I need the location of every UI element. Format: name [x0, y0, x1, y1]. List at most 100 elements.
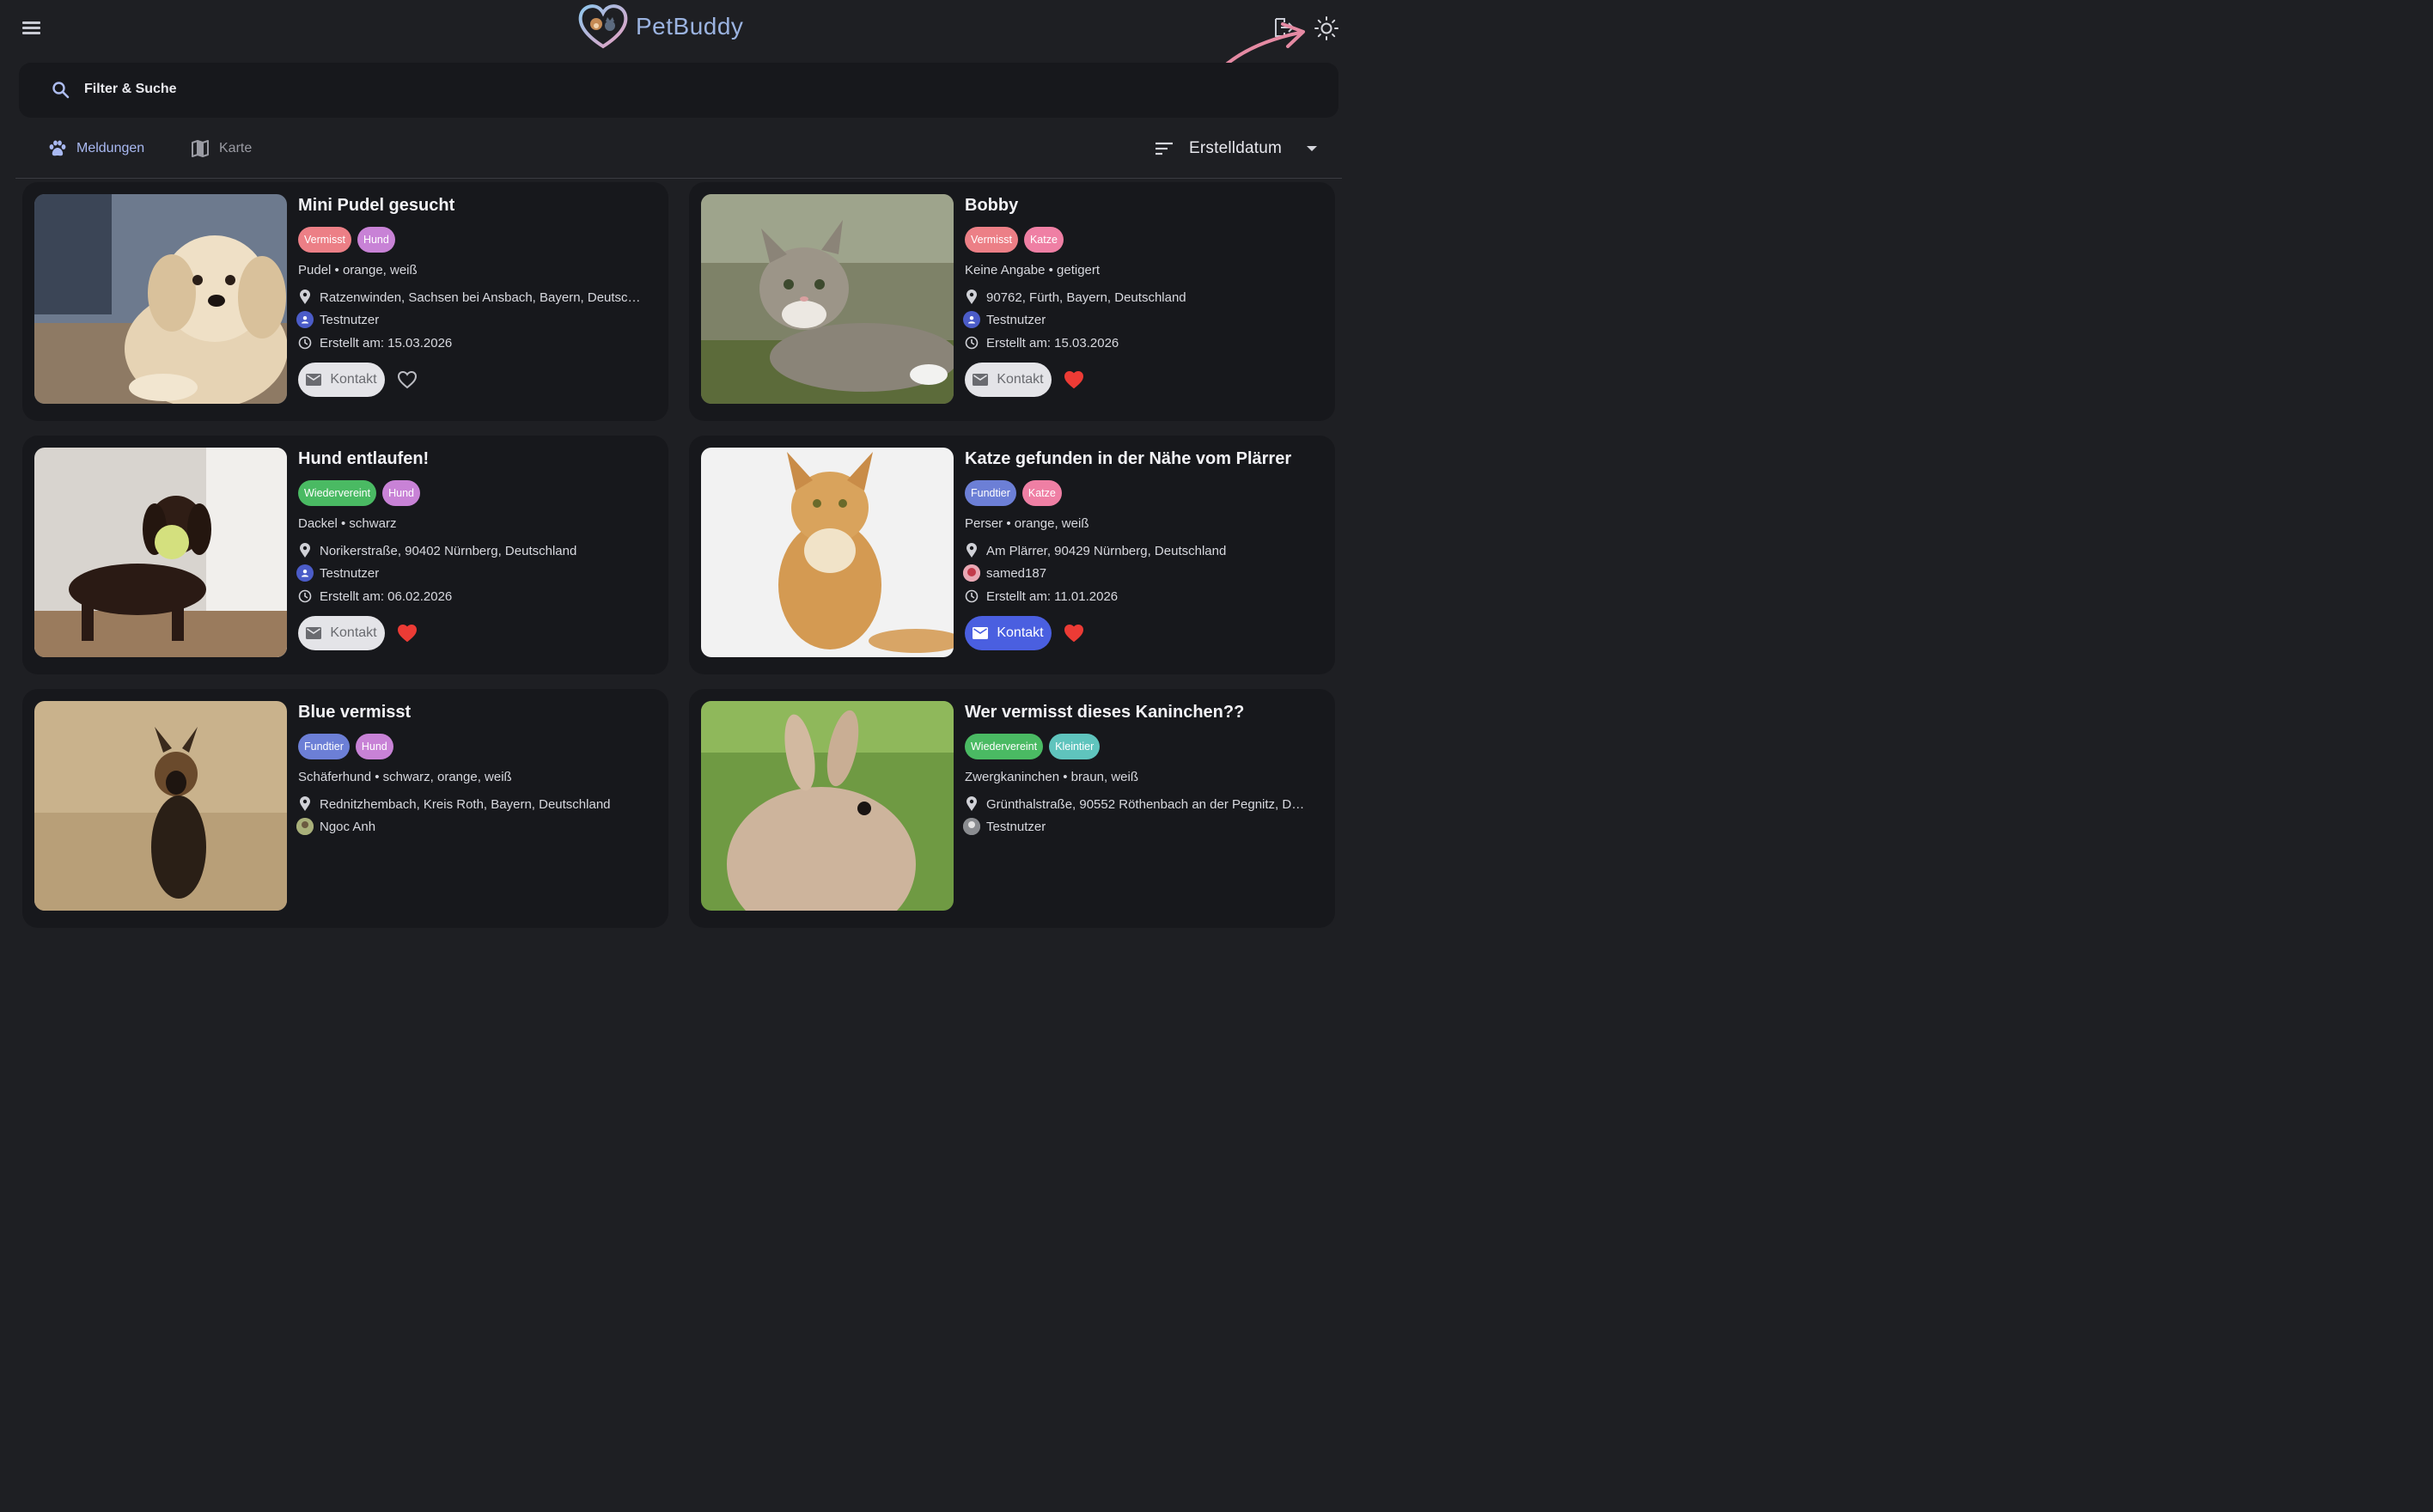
logout-icon [1275, 18, 1295, 37]
badge-list: Wiedervereint Kleintier [965, 734, 1101, 759]
menu-button[interactable] [15, 14, 46, 41]
heart-filled-icon [397, 624, 418, 643]
status-badge[interactable]: Katze [1023, 227, 1064, 253]
username: Testnutzer [986, 312, 1046, 327]
created-date: Erstellt am: 11.01.2026 [986, 588, 1119, 604]
favorite-button[interactable] [397, 623, 418, 643]
clock-icon [298, 589, 312, 603]
breed-colors: Zwergkaninchen • braun, weiß [965, 770, 1139, 784]
tab-meldungen[interactable]: Meldungen [47, 127, 144, 170]
pet-photo[interactable] [34, 194, 287, 404]
status-badge[interactable]: Wiedervereint [965, 734, 1044, 759]
search-icon [52, 82, 70, 99]
card-title[interactable]: Hund entlaufen! [298, 449, 429, 469]
clock-icon [965, 589, 979, 603]
app-title: PetBuddy [636, 13, 744, 40]
status-badge[interactable]: Hund [355, 734, 393, 759]
status-badge[interactable]: Vermisst [965, 227, 1018, 253]
view-tabs: Meldungen Karte Erstelldatum [15, 127, 1342, 179]
tab-label: Karte [219, 141, 253, 155]
user-row: samed187 [963, 564, 1046, 582]
report-card[interactable]: Wer vermisst dieses Kaninchen?? Wiederve… [689, 689, 1335, 928]
pet-photo[interactable] [701, 194, 954, 404]
location: Ratzenwinden, Sachsen bei Ansbach, Bayer… [320, 290, 641, 305]
avatar [963, 311, 980, 328]
created-date-row: Erstellt am: 15.03.2026 [298, 333, 452, 352]
status-badge[interactable]: Hund [382, 480, 421, 506]
paw-icon [49, 140, 66, 156]
favorite-button[interactable] [397, 369, 418, 390]
location-row: Ratzenwinden, Sachsen bei Ansbach, Bayer… [298, 288, 641, 307]
breed-colors: Pudel • orange, weiß [298, 263, 418, 277]
favorite-button[interactable] [1064, 369, 1084, 390]
user-row: Testnutzer [296, 564, 380, 582]
user-row: Testnutzer [296, 310, 379, 329]
status-badge[interactable]: Fundtier [965, 480, 1016, 506]
mail-icon [973, 374, 989, 386]
breed-colors: Keine Angabe • getigert [965, 263, 1101, 277]
tab-label: Meldungen [76, 141, 145, 155]
created-date-row: Erstellt am: 06.02.2026 [298, 587, 452, 606]
avatar [296, 818, 314, 835]
location: Rednitzhembach, Kreis Roth, Bayern, Deut… [320, 796, 611, 812]
mail-icon [973, 627, 989, 639]
heart-filled-icon [1064, 370, 1084, 389]
breed-colors: Schäferhund • schwarz, orange, weiß [298, 770, 512, 784]
app-logo[interactable]: PetBuddy [576, 2, 743, 52]
status-badge[interactable]: Katze [1021, 480, 1062, 506]
favorite-button[interactable] [1064, 623, 1084, 643]
pet-photo[interactable] [701, 448, 954, 657]
report-card[interactable]: Bobby Vermisst Katze Keine Angabe • getig… [689, 182, 1335, 421]
card-title[interactable]: Blue vermisst [298, 703, 411, 722]
status-badge[interactable]: Vermisst [298, 227, 351, 253]
location-row: Norikerstraße, 90402 Nürnberg, Deutschla… [298, 541, 576, 560]
badge-list: Vermisst Katze [965, 227, 1064, 253]
heart-outline-icon [397, 370, 418, 389]
location-pin-icon [298, 543, 312, 558]
status-badge[interactable]: Kleintier [1049, 734, 1101, 759]
pet-photo[interactable] [34, 448, 287, 657]
sort-icon [1156, 142, 1173, 155]
tab-karte[interactable]: Karte [190, 127, 252, 170]
report-card[interactable]: Hund entlaufen! Wiedervereint Hund Dackel… [22, 436, 668, 674]
location-row: Am Plärrer, 90429 Nürnberg, Deutschland [965, 541, 1226, 560]
created-date: Erstellt am: 15.03.2026 [986, 335, 1119, 351]
avatar [296, 564, 314, 582]
sort-select[interactable]: Erstelldatum [1155, 127, 1325, 170]
contact-button[interactable]: Kontakt [965, 616, 1052, 650]
contact-button[interactable]: Kontakt [298, 616, 385, 650]
contact-label: Kontakt [997, 372, 1044, 387]
status-badge[interactable]: Wiedervereint [298, 480, 377, 506]
status-badge[interactable]: Fundtier [298, 734, 350, 759]
contact-button[interactable]: Kontakt [965, 363, 1052, 397]
report-card[interactable]: Katze gefunden in der Nähe vom Plärrer F… [689, 436, 1335, 674]
pet-photo[interactable] [34, 701, 287, 911]
location: Grünthalstraße, 90552 Röthenbach an der … [986, 796, 1305, 812]
filter-search-bar[interactable]: Filter & Suche [19, 63, 1338, 118]
avatar [963, 818, 980, 835]
report-card[interactable]: Mini Pudel gesucht Vermisst Hund Pudel • … [22, 182, 668, 421]
username: Testnutzer [320, 565, 380, 581]
breed-colors: Perser • orange, weiß [965, 516, 1089, 531]
username: Testnutzer [986, 819, 1046, 834]
badge-list: Fundtier Hund [298, 734, 393, 759]
heart-filled-icon [1064, 624, 1084, 643]
pet-photo[interactable] [701, 701, 954, 911]
user-row: Ngoc Anh [296, 817, 376, 836]
avatar [963, 564, 980, 582]
contact-button[interactable]: Kontakt [298, 363, 385, 397]
report-card[interactable]: Blue vermisst Fundtier Hund Schäferhund •… [22, 689, 668, 928]
created-date: Erstellt am: 15.03.2026 [320, 335, 453, 351]
card-title[interactable]: Bobby [965, 196, 1018, 216]
username: Ngoc Anh [320, 819, 376, 834]
contact-label: Kontakt [330, 372, 377, 387]
location: Norikerstraße, 90402 Nürnberg, Deutschla… [320, 543, 577, 558]
theme-toggle-button[interactable] [1314, 15, 1339, 41]
logout-button[interactable] [1272, 15, 1296, 40]
app-bar: PetBuddy [0, 0, 1347, 101]
card-title[interactable]: Katze gefunden in der Nähe vom Plärrer [965, 449, 1291, 469]
card-title[interactable]: Wer vermisst dieses Kaninchen?? [965, 703, 1244, 722]
card-title[interactable]: Mini Pudel gesucht [298, 196, 454, 216]
status-badge[interactable]: Hund [357, 227, 395, 253]
location: 90762, Fürth, Bayern, Deutschland [986, 290, 1186, 305]
